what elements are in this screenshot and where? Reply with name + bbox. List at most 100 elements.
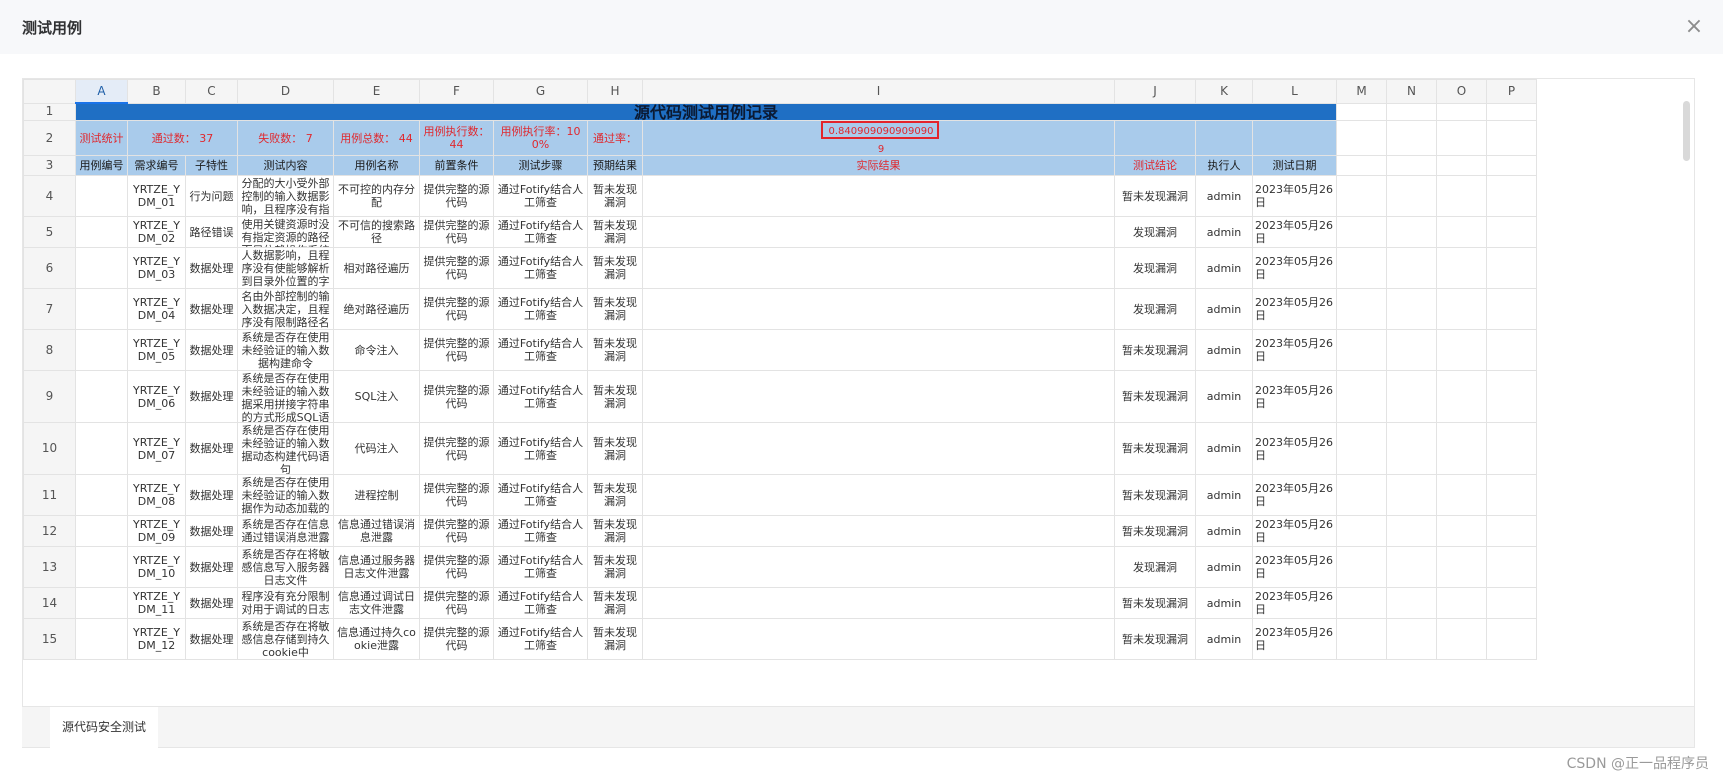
empty-cell[interactable] [1486, 370, 1537, 423]
test-date-cell[interactable]: 2023年05月26日 [1252, 618, 1337, 660]
test-step-cell[interactable]: 通过Fotify结合人工筛查 [493, 329, 588, 371]
column-title[interactable]: 用例编号 [75, 155, 128, 176]
sub-feature-cell[interactable]: 数据处理 [185, 329, 238, 371]
column-title[interactable]: 测试步骤 [493, 155, 588, 176]
requirement-id-cell[interactable]: YRTZE_YDM_10 [127, 546, 186, 588]
row-header[interactable]: 11 [23, 474, 76, 516]
empty-cell[interactable] [1486, 587, 1537, 619]
empty-cell[interactable] [1336, 175, 1387, 217]
test-date-cell[interactable]: 2023年05月26日 [1252, 422, 1337, 475]
actual-result-cell[interactable] [642, 422, 1115, 475]
empty-cell[interactable] [1386, 422, 1437, 475]
empty-cell[interactable] [1486, 546, 1537, 588]
conclusion-cell[interactable]: 暂未发现漏洞 [1114, 329, 1196, 371]
empty-cell[interactable] [1486, 329, 1537, 371]
test-date-cell[interactable]: 2023年05月26日 [1252, 329, 1337, 371]
empty-cell[interactable] [1386, 216, 1437, 248]
expected-result-cell[interactable]: 暂未发现漏洞 [587, 422, 643, 475]
requirement-id-cell[interactable]: YRTZE_YDM_03 [127, 247, 186, 289]
empty-cell[interactable] [1436, 422, 1487, 475]
case-name-cell[interactable]: 绝对路径遍历 [333, 288, 420, 330]
row-header[interactable]: 2 [23, 120, 76, 156]
conclusion-cell[interactable]: 暂未发现漏洞 [1114, 587, 1196, 619]
actual-result-cell[interactable] [642, 329, 1115, 371]
actual-result-cell[interactable] [642, 587, 1115, 619]
conclusion-cell[interactable]: 暂未发现漏洞 [1114, 618, 1196, 660]
empty-cell[interactable] [1336, 288, 1387, 330]
sub-feature-cell[interactable]: 数据处理 [185, 247, 238, 289]
spreadsheet[interactable]: A B C D E F G H I J K L M N O P 1 源代码测试用例记录 2 测试统计 通过数： 37 失败… [22, 78, 1695, 748]
conclusion-cell[interactable]: 发现漏洞 [1114, 546, 1196, 588]
test-date-cell[interactable]: 2023年05月26日 [1252, 175, 1337, 217]
test-date-cell[interactable]: 2023年05月26日 [1252, 247, 1337, 289]
empty-cell[interactable] [1436, 329, 1487, 371]
empty-cell[interactable] [1486, 288, 1537, 330]
empty-cell[interactable] [1336, 155, 1387, 176]
test-date-cell[interactable]: 2023年05月26日 [1252, 216, 1337, 248]
conclusion-cell[interactable]: 暂未发现漏洞 [1114, 474, 1196, 516]
requirement-id-cell[interactable]: YRTZE_YDM_02 [127, 216, 186, 248]
column-title[interactable]: 测试结论 [1114, 155, 1196, 176]
column-header[interactable]: I [642, 79, 1115, 104]
empty-cell[interactable] [1436, 175, 1487, 217]
stat-total-count[interactable]: 用例总数： 44 [333, 120, 420, 156]
case-id-cell[interactable] [75, 175, 128, 217]
column-header[interactable]: F [419, 79, 494, 104]
tab-source-code-security-test[interactable]: 源代码安全测试 [50, 707, 159, 749]
test-step-cell[interactable]: 通过Fotify结合人工筛查 [493, 546, 588, 588]
sheet-title-cell[interactable]: 源代码测试用例记录 [75, 102, 1337, 121]
sub-feature-cell[interactable]: 数据处理 [185, 618, 238, 660]
vertical-scrollbar[interactable] [1683, 101, 1690, 161]
executor-cell[interactable]: admin [1195, 618, 1253, 660]
requirement-id-cell[interactable]: YRTZE_YDM_05 [127, 329, 186, 371]
column-header[interactable]: M [1336, 79, 1387, 104]
row-header[interactable]: 14 [23, 587, 76, 619]
requirement-id-cell[interactable]: YRTZE_YDM_04 [127, 288, 186, 330]
sheet-grid[interactable]: A B C D E F G H I J K L M N O P 1 源代码测试用例记录 2 测试统计 通过数： 37 失败… [23, 79, 1537, 660]
actual-result-cell[interactable] [642, 370, 1115, 423]
column-header[interactable]: E [333, 79, 420, 104]
empty-cell[interactable] [1436, 546, 1487, 588]
stat-execution-rate[interactable]: 用例执行率：100% [493, 120, 588, 156]
empty-cell[interactable] [1336, 618, 1387, 660]
requirement-id-cell[interactable]: YRTZE_YDM_11 [127, 587, 186, 619]
expected-result-cell[interactable]: 暂未发现漏洞 [587, 515, 643, 547]
precondition-cell[interactable]: 提供完整的源代码 [419, 288, 494, 330]
column-header[interactable]: P [1486, 79, 1537, 104]
executor-cell[interactable]: admin [1195, 515, 1253, 547]
precondition-cell[interactable]: 提供完整的源代码 [419, 370, 494, 423]
expected-result-cell[interactable]: 暂未发现漏洞 [587, 247, 643, 289]
test-content-cell[interactable]: 系统是否存在将敏感信息写入服务器日志文件 [237, 546, 334, 588]
empty-cell[interactable] [1386, 370, 1437, 423]
empty-cell[interactable] [1436, 288, 1487, 330]
conclusion-cell[interactable]: 暂未发现漏洞 [1114, 370, 1196, 423]
case-id-cell[interactable] [75, 216, 128, 248]
case-name-cell[interactable]: 代码注入 [333, 422, 420, 475]
test-date-cell[interactable]: 2023年05月26日 [1252, 370, 1337, 423]
empty-cell[interactable] [1386, 175, 1437, 217]
case-name-cell[interactable]: SQL注入 [333, 370, 420, 423]
empty-cell[interactable] [1386, 587, 1437, 619]
empty-cell[interactable] [1386, 474, 1437, 516]
sub-feature-cell[interactable]: 数据处理 [185, 370, 238, 423]
column-title[interactable]: 子特性 [185, 155, 238, 176]
case-id-cell[interactable] [75, 422, 128, 475]
case-id-cell[interactable] [75, 515, 128, 547]
test-content-cell[interactable]: 系统是否存在使用未经验证的输入数据作为动态加载的库的标识符 [237, 474, 334, 516]
case-name-cell[interactable]: 进程控制 [333, 474, 420, 516]
executor-cell[interactable]: admin [1195, 288, 1253, 330]
requirement-id-cell[interactable]: YRTZE_YDM_06 [127, 370, 186, 423]
empty-cell[interactable] [1336, 102, 1387, 121]
row-header[interactable]: 10 [23, 422, 76, 475]
test-content-cell[interactable]: 系统是否存在使用未经验证的输入数据采用拼接字符串的方式形成SQL语句 [237, 370, 334, 423]
precondition-cell[interactable]: 提供完整的源代码 [419, 247, 494, 289]
sub-feature-cell[interactable]: 数据处理 [185, 474, 238, 516]
row-header[interactable]: 6 [23, 247, 76, 289]
empty-cell[interactable] [1336, 120, 1387, 156]
empty-cell[interactable] [1436, 587, 1487, 619]
case-id-cell[interactable] [75, 329, 128, 371]
test-step-cell[interactable]: 通过Fotify结合人工筛查 [493, 370, 588, 423]
empty-cell[interactable] [1436, 618, 1487, 660]
column-header[interactable]: N [1386, 79, 1437, 104]
empty-cell[interactable] [1386, 102, 1437, 121]
